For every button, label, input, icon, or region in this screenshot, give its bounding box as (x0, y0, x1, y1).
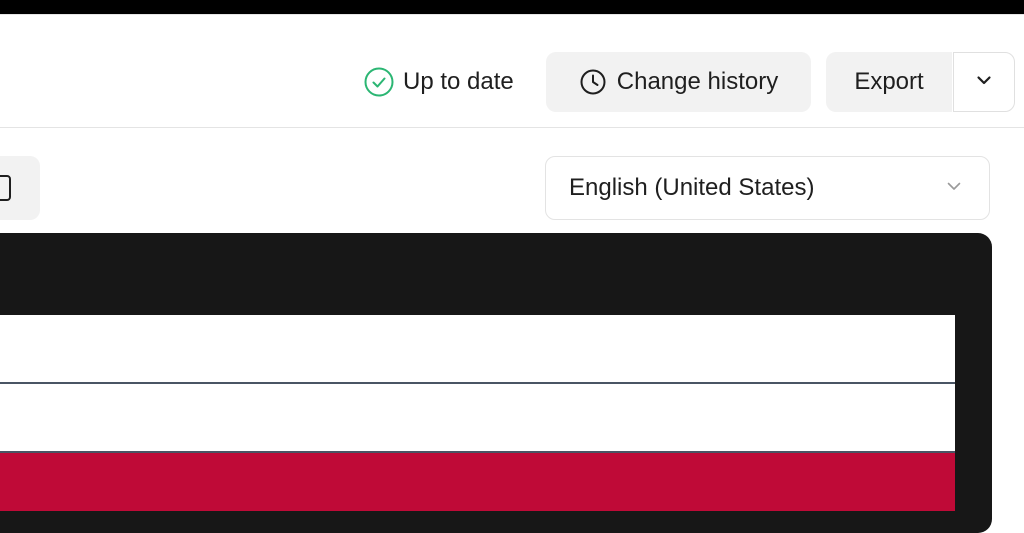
export-button[interactable]: Export (826, 52, 952, 112)
header-divider (0, 127, 1024, 128)
change-history-label: Change history (616, 68, 779, 95)
clock-icon (579, 68, 607, 96)
preview-stripe-white (0, 315, 955, 382)
language-selected-value: English (United States) (569, 174, 815, 201)
device-preview-button[interactable] (0, 156, 40, 220)
preview-stripe-white (0, 384, 955, 451)
check-circle-icon (363, 66, 395, 98)
chevron-down-icon (975, 71, 993, 94)
status-text: Up to date (403, 68, 514, 95)
device-icon (0, 174, 40, 202)
preview-stripe-red (0, 453, 955, 511)
save-status: Up to date (363, 66, 514, 98)
language-select[interactable]: English (United States) (545, 156, 990, 220)
export-label: Export (854, 68, 924, 95)
change-history-button[interactable]: Change history (546, 52, 811, 112)
chevron-down-icon (945, 174, 963, 202)
export-menu-button[interactable] (953, 52, 1015, 112)
window-top-bar (0, 0, 1024, 14)
